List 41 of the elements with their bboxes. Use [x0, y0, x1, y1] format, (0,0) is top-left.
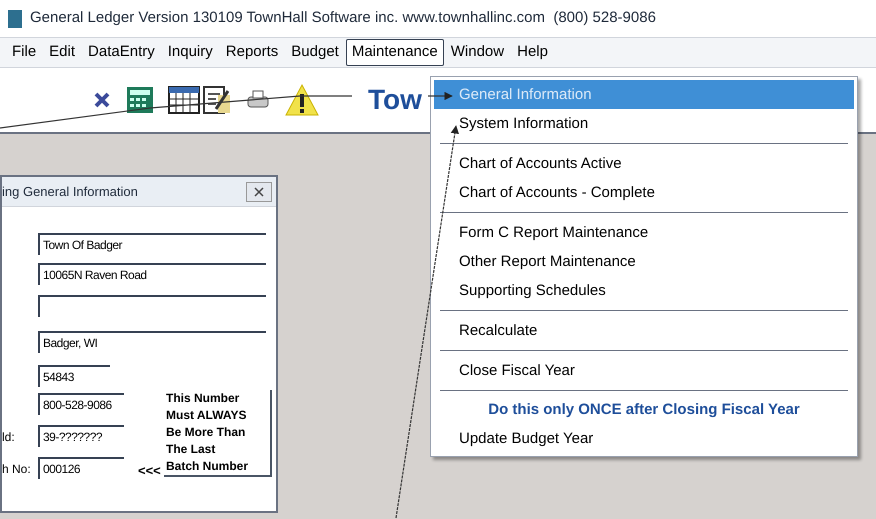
text-field[interactable]: 000126: [38, 457, 124, 479]
dialog-title: ing General Information: [2, 182, 138, 201]
text-field[interactable]: 54843: [38, 365, 110, 387]
menu-item[interactable]: Help: [511, 39, 554, 66]
text-field[interactable]: Town Of Badger: [38, 233, 266, 255]
app-icon: [8, 10, 22, 28]
menu-item[interactable]: Budget: [285, 39, 345, 66]
menu-option[interactable]: Close Fiscal Year: [434, 356, 854, 385]
close-icon[interactable]: [246, 182, 272, 202]
window-title: General Ledger Version 130109 TownHall Software inc. www.townhallinc.com (800) 528-9086: [30, 8, 656, 28]
menu-option[interactable]: Form C Report Maintenance: [434, 218, 854, 247]
menu-option[interactable]: System Information: [434, 109, 854, 138]
field-label: h No:: [2, 461, 31, 478]
pointer-text: <<<: [138, 462, 161, 480]
text-field[interactable]: 800-528-9086: [38, 393, 124, 415]
menu-item[interactable]: Reports: [220, 39, 284, 66]
calculator-icon[interactable]: [126, 86, 154, 114]
text-field[interactable]: [38, 295, 266, 317]
batch-note: This Number Must ALWAYS Be More Than The Last Batch Number: [164, 390, 272, 477]
menu-item[interactable]: Edit: [43, 39, 82, 66]
menu-item[interactable]: Inquiry: [162, 39, 219, 66]
menu-option[interactable]: Other Report Maintenance: [434, 247, 854, 276]
menu-option[interactable]: Supporting Schedules: [434, 276, 854, 305]
notepad-icon[interactable]: [202, 85, 232, 115]
text-field[interactable]: Badger, WI: [38, 331, 266, 353]
warning-icon[interactable]: [284, 83, 320, 117]
text-field[interactable]: 10065N Raven Road: [38, 263, 266, 285]
text-field[interactable]: 39-???????: [38, 425, 124, 447]
menu-option[interactable]: Update Budget Year: [434, 424, 854, 453]
menu-item[interactable]: DataEntry: [82, 39, 161, 66]
menu-item[interactable]: Maintenance: [346, 39, 444, 66]
menu-item[interactable]: File: [6, 39, 42, 66]
calendar-icon[interactable]: [168, 86, 200, 114]
banner-text: Tow: [368, 83, 422, 117]
menu-option[interactable]: Chart of Accounts - Complete: [434, 178, 854, 207]
close-icon[interactable]: [92, 90, 112, 110]
field-label: ld:: [2, 429, 15, 446]
menu-option[interactable]: Chart of Accounts Active: [434, 149, 854, 178]
menu-option[interactable]: Recalculate: [434, 316, 854, 345]
menu-item[interactable]: Window: [444, 39, 510, 66]
menu-note: Do this only ONCE after Closing Fiscal Year: [487, 400, 801, 420]
